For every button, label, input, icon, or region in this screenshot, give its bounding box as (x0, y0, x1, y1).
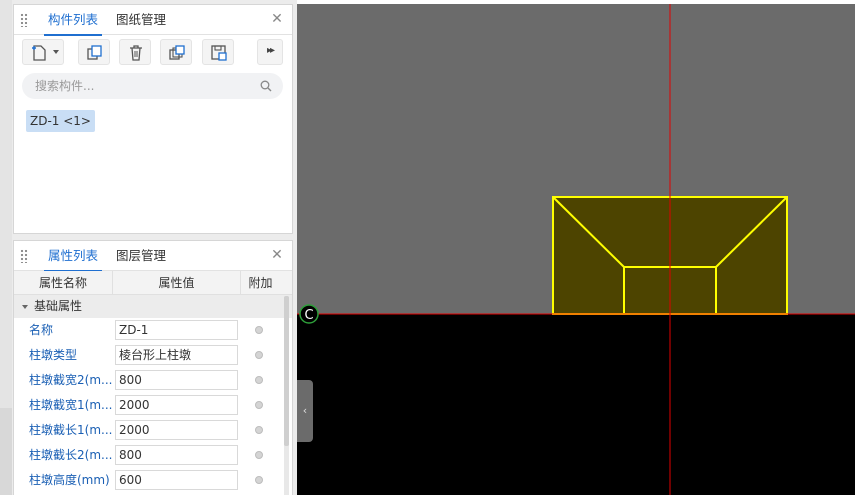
edge-notch (0, 408, 12, 495)
close-icon[interactable]: ✕ (270, 248, 284, 262)
property-row: 柱墩截长1(m... 2000 (14, 418, 292, 443)
extra-checkbox[interactable] (255, 326, 263, 334)
chevron-left-icon: ‹ (302, 404, 308, 417)
property-value-field[interactable]: 棱台形上柱墩 (115, 345, 238, 365)
axis-marker-label: C (304, 308, 313, 323)
property-value-field[interactable]: 800 (115, 445, 238, 465)
column-header-value: 属性值 (112, 271, 240, 295)
property-name: 柱墩截长2(m... (29, 448, 113, 462)
chevron-down-icon (53, 50, 59, 54)
save-template-button[interactable] (202, 39, 234, 65)
extra-checkbox[interactable] (255, 426, 263, 434)
property-scrollbar[interactable] (284, 296, 289, 495)
layers-icon (169, 45, 185, 60)
search-input[interactable] (22, 73, 283, 99)
tab-drawing-management[interactable]: 图纸管理 (116, 5, 166, 35)
tab-property-list[interactable]: 属性列表 (43, 241, 103, 272)
property-name: 柱墩截宽1(m... (29, 398, 113, 412)
property-group-basic[interactable]: 基础属性 (14, 295, 292, 318)
extra-checkbox[interactable] (255, 351, 263, 359)
drag-grip-icon[interactable] (20, 249, 28, 263)
property-row: 柱墩截长2(m... 800 (14, 443, 292, 468)
drawing-canvas[interactable]: C (297, 4, 855, 495)
delete-button[interactable] (119, 39, 151, 65)
property-name: 柱墩高度(mm) (29, 473, 110, 487)
left-edge-strip (0, 0, 12, 495)
more-button[interactable]: ▸▸ (257, 39, 283, 65)
component-list-item[interactable]: ZD-1 <1> (26, 110, 95, 132)
left-sidebar: 构件列表 图纸管理 ✕ ▸▸ ZD-1 <1> (0, 0, 297, 495)
property-value-field[interactable]: ZD-1 (115, 320, 238, 340)
property-name: 柱墩截宽2(m... (29, 373, 113, 387)
property-value-field[interactable]: 600 (115, 470, 238, 490)
close-icon[interactable]: ✕ (270, 12, 284, 26)
property-value-field[interactable]: 2000 (115, 395, 238, 415)
ground-background (297, 314, 855, 495)
component-toolbar: ▸▸ (14, 35, 292, 69)
save-icon (211, 45, 227, 61)
collapse-triangle-icon[interactable] (22, 304, 28, 309)
scrollbar-thumb[interactable] (284, 296, 289, 446)
tab-layer-management[interactable]: 图层管理 (116, 241, 166, 271)
tab-component-list[interactable]: 构件列表 (43, 5, 103, 36)
property-panel-tabbar: 属性列表 图层管理 ✕ (14, 241, 292, 272)
extra-checkbox[interactable] (255, 401, 263, 409)
extra-checkbox[interactable] (255, 476, 263, 484)
column-header-name: 属性名称 (38, 276, 87, 290)
double-chevron-right-icon: ▸▸ (266, 45, 275, 56)
trash-icon (130, 45, 142, 61)
property-name: 柱墩类型 (29, 348, 78, 362)
property-row: 名称 ZD-1 (14, 318, 292, 343)
property-group-label: 基础属性 (34, 299, 83, 313)
property-list-panel: 属性列表 图层管理 ✕ 属性名称 属性值 附加 基础属性 名称 ZD-1 柱墩类… (13, 240, 293, 495)
new-file-icon (32, 45, 46, 61)
property-table-header: 属性名称 属性值 附加 (14, 271, 292, 295)
property-name: 名称 (29, 323, 54, 337)
collapse-panel-handle[interactable]: ‹ (297, 380, 313, 442)
drag-grip-icon[interactable] (20, 13, 28, 27)
search-icon[interactable] (260, 80, 272, 92)
property-row: 柱墩类型 棱台形上柱墩 (14, 343, 292, 368)
extra-checkbox[interactable] (255, 451, 263, 459)
property-value-field[interactable]: 2000 (115, 420, 238, 440)
component-list-panel: 构件列表 图纸管理 ✕ ▸▸ ZD-1 <1> (13, 4, 293, 234)
property-row: 柱墩高度(mm) 600 (14, 468, 292, 493)
property-value-field[interactable]: 800 (115, 370, 238, 390)
property-row: 柱墩截宽1(m... 2000 (14, 393, 292, 418)
canvas-svg: C (297, 4, 855, 495)
new-component-button[interactable] (22, 39, 64, 65)
property-row: 柱墩截宽2(m... 800 (14, 368, 292, 393)
component-panel-tabbar: 构件列表 图纸管理 ✕ (14, 5, 292, 36)
layer-copy-button[interactable] (160, 39, 192, 65)
copy-icon (87, 45, 102, 60)
property-name: 柱墩截长1(m... (29, 423, 113, 437)
copy-button[interactable] (78, 39, 110, 65)
extra-checkbox[interactable] (255, 376, 263, 384)
column-header-extra: 附加 (240, 271, 280, 295)
